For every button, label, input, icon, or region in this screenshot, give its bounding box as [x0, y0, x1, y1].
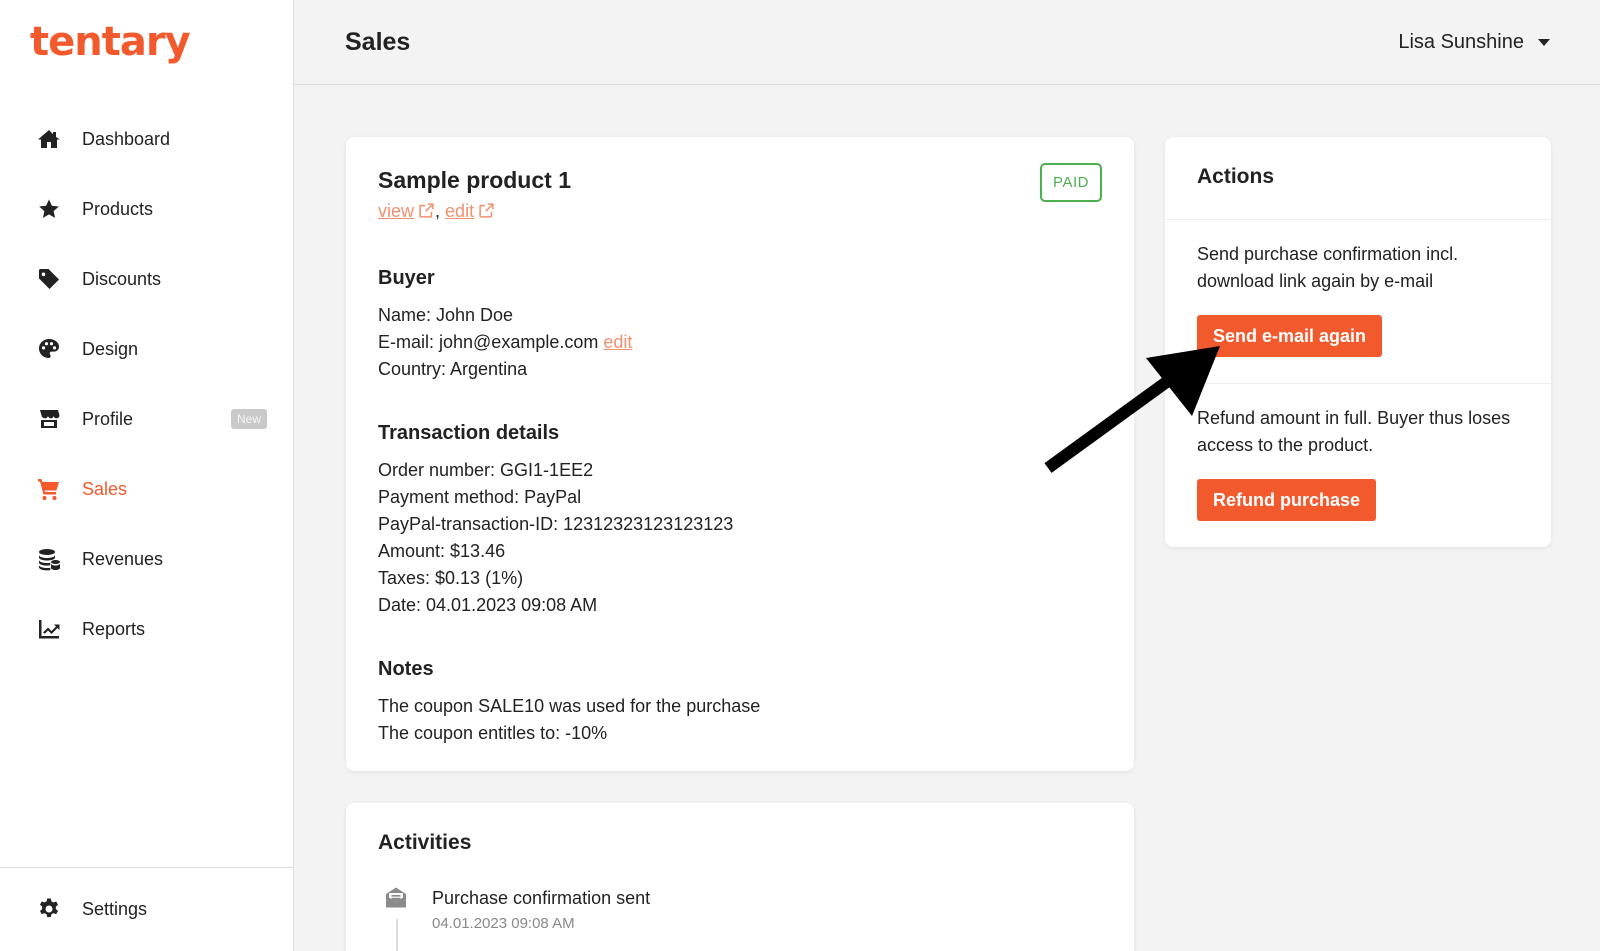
buyer-heading: Buyer [378, 267, 435, 289]
external-link-icon [478, 202, 495, 219]
coins-icon [36, 546, 62, 572]
page-title: Sales [345, 28, 411, 56]
divider [1165, 383, 1551, 384]
sidebar-item-discounts[interactable]: Discounts [0, 244, 293, 314]
external-link-icon [418, 202, 435, 219]
top-header: Sales Lisa Sunshine [294, 0, 1600, 85]
sidebar-nav: Dashboard Products Discounts Design Prof [0, 104, 293, 664]
divider [1165, 219, 1551, 220]
sidebar-item-products[interactable]: Products [0, 174, 293, 244]
link-separator: , [435, 201, 441, 221]
sidebar-divider [0, 867, 293, 868]
sidebar-item-label: Settings [82, 898, 148, 919]
sidebar-item-label: Discounts [82, 268, 162, 289]
activity-timestamp: 04.01.2023 09:08 AM [432, 915, 575, 932]
activities-title: Activities [378, 831, 472, 854]
notes-section: Notes The coupon SALE10 was used for the… [378, 658, 760, 747]
buyer-section: Buyer Name: John Doe E-mail: john@exampl… [378, 267, 632, 383]
sidebar-item-label: Revenues [82, 548, 164, 569]
activities-card: Activities Purchase confirmation sent 04… [346, 803, 1134, 951]
timeline-line [396, 919, 398, 951]
note-line: The coupon SALE10 was used for the purch… [378, 696, 761, 716]
sidebar-item-label: Design [82, 338, 139, 359]
transaction-section: Transaction details Order number: GGI1-1… [378, 422, 733, 619]
amount: Amount: $13.46 [378, 541, 506, 561]
refund-description: Refund amount in full. Buyer thus loses … [1197, 408, 1511, 455]
sidebar-item-label: Products [82, 198, 154, 219]
edit-email-link[interactable]: edit [603, 332, 632, 352]
tag-icon [36, 266, 62, 292]
product-title: Sample product 1 [378, 167, 571, 193]
gear-icon [36, 896, 62, 922]
home-icon [36, 126, 62, 152]
user-name: Lisa Sunshine [1398, 31, 1524, 53]
view-product-link[interactable]: view [378, 201, 435, 221]
actions-title: Actions [1197, 165, 1275, 188]
annotation-arrow-icon [1044, 346, 1220, 473]
sidebar-item-label: Reports [82, 618, 146, 639]
send-email-again-button[interactable]: Send e-mail again [1197, 315, 1383, 357]
buyer-email: E-mail: john@example.com [378, 332, 599, 352]
store-icon [36, 406, 62, 432]
sidebar-item-settings[interactable]: Settings [0, 874, 293, 944]
sidebar-item-reports[interactable]: Reports [0, 594, 293, 664]
resend-description: Send purchase confirmation incl. downloa… [1197, 244, 1459, 291]
product-links: view, edit [378, 201, 495, 222]
paypal-transaction-id: PayPal-transaction-ID: 12312323123123123 [378, 514, 734, 534]
envelope-open-icon [384, 886, 408, 910]
status-badge: PAID [1040, 163, 1102, 202]
chart-line-icon [36, 616, 62, 642]
buyer-name: Name: John Doe [378, 305, 514, 325]
sidebar-item-revenues[interactable]: Revenues [0, 524, 293, 594]
tentary-logo[interactable]: tentary [30, 22, 191, 62]
sidebar-item-label: Dashboard [82, 128, 171, 149]
sidebar-item-profile[interactable]: Profile New [0, 384, 293, 454]
sidebar-item-design[interactable]: Design [0, 314, 293, 384]
actions-card: Actions Send purchase confirmation incl.… [1165, 137, 1551, 547]
notes-heading: Notes [378, 658, 434, 680]
sidebar: tentary Dashboard Products Discounts Des… [0, 0, 294, 951]
star-icon [36, 196, 62, 222]
new-badge: New [230, 409, 267, 429]
sidebar-item-label: Sales [82, 478, 128, 499]
taxes: Taxes: $0.13 (1%) [378, 568, 524, 588]
edit-product-link[interactable]: edit [445, 201, 495, 221]
activity-title: Purchase confirmation sent [432, 888, 651, 908]
sale-details-card: Sample product 1 view, edit PAID Buyer N… [346, 137, 1134, 771]
sidebar-item-label: Profile [82, 408, 134, 429]
buyer-country: Country: Argentina [378, 359, 528, 379]
note-line: The coupon entitles to: -10% [378, 723, 608, 743]
buyer-email-row: E-mail: john@example.com edit [378, 329, 632, 356]
sidebar-item-sales[interactable]: Sales [0, 454, 293, 524]
user-menu[interactable]: Lisa Sunshine [1398, 31, 1550, 54]
caret-down-icon [1538, 39, 1550, 46]
order-number: Order number: GGI1-1EE2 [378, 460, 594, 480]
sidebar-item-dashboard[interactable]: Dashboard [0, 104, 293, 174]
transaction-date: Date: 04.01.2023 09:08 AM [378, 595, 598, 615]
payment-method: Payment method: PayPal [378, 487, 582, 507]
cart-icon [36, 476, 62, 502]
refund-purchase-button[interactable]: Refund purchase [1197, 479, 1377, 521]
palette-icon [36, 336, 62, 362]
transaction-heading: Transaction details [378, 422, 560, 444]
